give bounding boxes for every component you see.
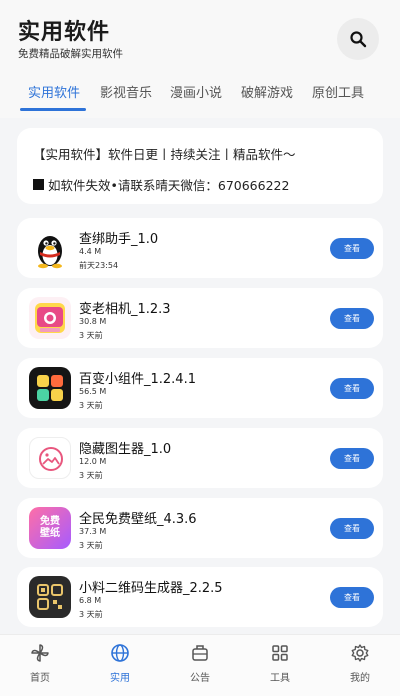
app-updated-time: 3 天前 <box>79 331 103 340</box>
app-size: 56.5 M <box>79 387 107 396</box>
bottom-navigation: 首页 实用 公告 工具 我的 <box>0 634 400 696</box>
view-button[interactable]: 查看 <box>330 308 374 329</box>
view-button[interactable]: 查看 <box>330 587 374 608</box>
app-name: 全民免费壁纸_4.3.6 <box>79 512 197 527</box>
category-tabs: 实用软件 影视音乐 漫画小说 破解游戏 原创工具 <box>0 74 400 114</box>
nav-announcements[interactable]: 公告 <box>170 643 230 684</box>
pinwheel-icon <box>31 644 49 662</box>
search-icon <box>350 31 367 48</box>
header: 实用软件 免费精品破解实用软件 实用软件 影视音乐 漫画小说 破解游戏 原创工具 <box>0 0 400 118</box>
app-name: 查绑助手_1.0 <box>79 232 159 247</box>
globe-icon <box>111 644 129 662</box>
app-updated-time: 3 天前 <box>79 401 103 410</box>
app-size: 37.3 M <box>79 527 107 536</box>
app-updated-time: 3 天前 <box>79 610 103 619</box>
tab-film-music[interactable]: 影视音乐 <box>100 82 152 101</box>
app-name: 百变小组件_1.2.4.1 <box>79 372 196 387</box>
image-icon <box>29 437 71 479</box>
wallpaper-icon-text-1: 免费 <box>40 516 60 527</box>
camera-icon <box>29 297 71 339</box>
nav-practical[interactable]: 实用 <box>90 643 150 684</box>
app-name: 变老相机_1.2.3 <box>79 302 171 317</box>
nav-tools[interactable]: 工具 <box>250 643 310 684</box>
app-updated-time: 前天23:54 <box>79 261 119 270</box>
wallpaper-icon-text-2: 壁纸 <box>40 528 60 539</box>
nav-label: 实用 <box>110 673 130 684</box>
view-button[interactable]: 查看 <box>330 518 374 539</box>
search-button[interactable] <box>337 18 379 60</box>
nav-home[interactable]: 首页 <box>10 643 70 684</box>
tab-active-indicator <box>20 108 86 111</box>
nav-mine[interactable]: 我的 <box>330 643 390 684</box>
app-name: 隐藏图生器_1.0 <box>79 442 172 457</box>
app-name: 小料二维码生成器_2.2.5 <box>79 581 223 596</box>
page-subtitle: 免费精品破解实用软件 <box>18 48 123 60</box>
tab-cracked-games[interactable]: 破解游戏 <box>241 82 293 101</box>
grid-icon <box>272 645 288 661</box>
tab-original-tools[interactable]: 原创工具 <box>312 82 364 101</box>
wallpaper-icon: 免费 壁纸 <box>29 507 71 549</box>
nav-label: 我的 <box>350 673 370 684</box>
list-item[interactable]: 免费 壁纸 全民免费壁纸_4.3.6 37.3 M 3 天前 查看 <box>17 498 383 558</box>
nav-label: 首页 <box>30 673 50 684</box>
view-button[interactable]: 查看 <box>330 448 374 469</box>
nav-label: 公告 <box>190 673 210 684</box>
list-item[interactable]: 查绑助手_1.0 4.4 M 前天23:54 查看 <box>17 218 383 278</box>
list-item[interactable]: 隐藏图生器_1.0 12.0 M 3 天前 查看 <box>17 428 383 488</box>
list-item[interactable]: 变老相机_1.2.3 30.8 M 3 天前 查看 <box>17 288 383 348</box>
notice-contact-text: 如软件失效•请联系晴天微信：670666222 <box>48 178 290 193</box>
view-button[interactable]: 查看 <box>330 238 374 259</box>
notice-card: 【实用软件】软件日更丨持续关注丨精品软件～ 如软件失效•请联系晴天微信：6706… <box>17 128 383 204</box>
qrcode-icon <box>29 576 71 618</box>
view-button[interactable]: 查看 <box>330 378 374 399</box>
notice-line-1: 【实用软件】软件日更丨持续关注丨精品软件～ <box>33 147 296 162</box>
briefcase-icon <box>192 645 208 661</box>
app-size: 4.4 M <box>79 247 102 256</box>
notice-line-2: 如软件失效•请联系晴天微信：670666222 <box>33 175 289 194</box>
widget-icon <box>29 367 71 409</box>
list-item[interactable]: 小料二维码生成器_2.2.5 6.8 M 3 天前 查看 <box>17 567 383 627</box>
tab-comics-novels[interactable]: 漫画小说 <box>170 82 222 101</box>
page-title: 实用软件 <box>18 20 111 45</box>
app-size: 6.8 M <box>79 596 102 605</box>
nav-label: 工具 <box>270 673 290 684</box>
tab-practical-software[interactable]: 实用软件 <box>28 82 80 101</box>
app-updated-time: 3 天前 <box>79 471 103 480</box>
square-bullet-icon <box>33 179 44 190</box>
penguin-icon <box>29 227 71 269</box>
app-size: 12.0 M <box>79 457 107 466</box>
gear-icon <box>351 644 369 662</box>
list-item[interactable]: 百变小组件_1.2.4.1 56.5 M 3 天前 查看 <box>17 358 383 418</box>
app-size: 30.8 M <box>79 317 107 326</box>
app-updated-time: 3 天前 <box>79 541 103 550</box>
